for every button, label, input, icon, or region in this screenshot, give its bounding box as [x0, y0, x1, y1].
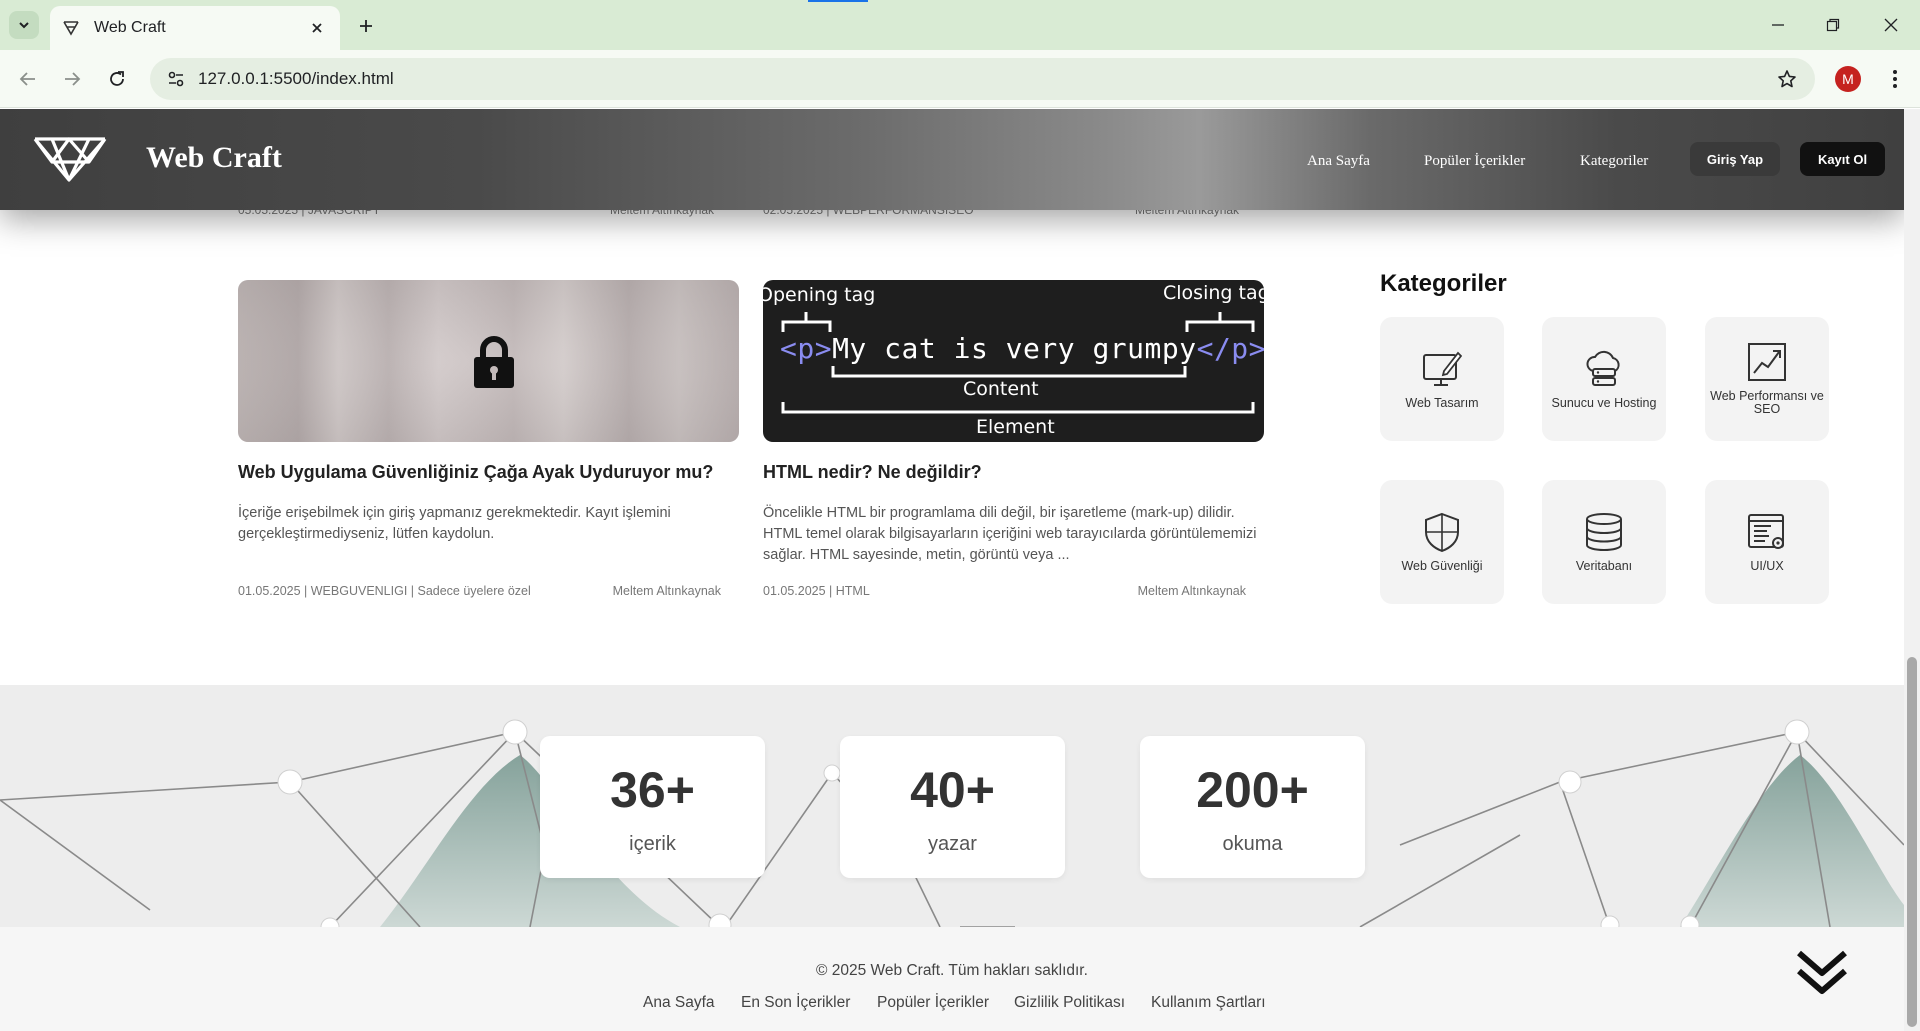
footer-link-privacy[interactable]: Gizlilik Politikası — [1014, 994, 1125, 1012]
category-label: Veritabanı — [1575, 558, 1633, 573]
category-web-design[interactable]: Web Tasarım — [1380, 317, 1504, 441]
category-ui-ux[interactable]: UI/UX — [1705, 480, 1829, 604]
nav-categories[interactable]: Kategoriler — [1580, 153, 1648, 170]
post-card[interactable]: Web Uygulama Güvenliğiniz Çağa Ayak Uydu… — [238, 280, 739, 598]
tab-search-button[interactable] — [9, 11, 39, 39]
arrow-right-icon — [65, 72, 81, 86]
site-brand[interactable]: Web Craft — [146, 141, 282, 175]
copyright-text: © 2025 Web Craft. Tüm hakları saklıdır. — [816, 962, 1088, 979]
back-button[interactable] — [13, 64, 43, 94]
category-label: Sunucu ve Hosting — [1551, 395, 1657, 410]
browser-tab[interactable]: Web Craft — [50, 6, 340, 50]
scrollbar-thumb[interactable] — [1907, 657, 1917, 1027]
stat-card-authors: 40+ yazar — [840, 736, 1065, 878]
html-code-sample: <p>My cat is very grumpy</p> — [780, 332, 1264, 365]
double-chevron-down-icon[interactable] — [1795, 947, 1849, 1001]
tune-icon — [168, 71, 184, 87]
site-header: Web Craft Ana Sayfa Popüler İçerikler Ka… — [0, 109, 1904, 210]
category-label: Web Güvenliği — [1401, 558, 1483, 573]
category-label: Web Performansı ve SEO — [1710, 389, 1824, 416]
close-window-button[interactable] — [1873, 10, 1909, 40]
performance-chart-icon — [1748, 343, 1786, 381]
stat-value: 36+ — [610, 762, 695, 818]
reload-icon — [110, 71, 124, 86]
stat-label: içerik — [629, 833, 676, 855]
star-icon — [1778, 70, 1796, 88]
category-security[interactable]: Web Güvenliği — [1380, 480, 1504, 604]
stats-section: 36+ içerik 40+ yazar 200+ okuma — [0, 685, 1904, 927]
cloud-server-icon — [1586, 350, 1620, 386]
profile-avatar[interactable]: M — [1835, 66, 1861, 92]
browser-tab-strip: Web Craft — [0, 0, 1920, 50]
post-title[interactable]: HTML nedir? Ne değildir? — [763, 462, 1264, 483]
post-title[interactable]: Web Uygulama Güvenliğiniz Çağa Ayak Uydu… — [238, 462, 739, 483]
tab-loading-indicator — [808, 0, 868, 2]
minimize-icon — [1772, 24, 1784, 26]
element-label: Element — [976, 416, 1055, 438]
page-scrollbar[interactable] — [1904, 109, 1920, 1031]
web-craft-logo[interactable] — [32, 134, 108, 184]
close-icon — [1884, 18, 1898, 32]
site-info-button[interactable] — [156, 70, 196, 88]
bookmark-button[interactable] — [1767, 69, 1807, 89]
restore-icon — [1826, 18, 1840, 32]
footer-link-home[interactable]: Ana Sayfa — [643, 994, 715, 1012]
stat-card-reads: 200+ okuma — [1140, 736, 1365, 878]
chevron-down-icon — [19, 22, 29, 29]
category-label: UI/UX — [1750, 558, 1784, 573]
lock-icon — [474, 336, 514, 388]
nav-popular[interactable]: Popüler İçerikler — [1424, 153, 1525, 170]
stat-label: okuma — [1222, 833, 1283, 855]
stat-value: 40+ — [910, 762, 995, 818]
nav-home[interactable]: Ana Sayfa — [1307, 153, 1370, 170]
minimize-button[interactable] — [1760, 10, 1796, 40]
category-hosting[interactable]: Sunucu ve Hosting — [1542, 317, 1666, 441]
category-database[interactable]: Veritabanı — [1542, 480, 1666, 604]
signup-button[interactable]: Kayıt Ol — [1800, 142, 1885, 176]
web-design-icon — [1423, 351, 1462, 386]
post-author: Meltem Altınkaynak — [612, 584, 721, 598]
ui-ux-icon — [1748, 513, 1784, 549]
close-icon — [312, 23, 322, 33]
browser-menu-button[interactable] — [1880, 64, 1910, 94]
footer-link-popular[interactable]: Popüler İçerikler — [877, 994, 989, 1012]
forward-button[interactable] — [57, 64, 87, 94]
stat-label: yazar — [928, 833, 977, 855]
content-label: Content — [963, 378, 1039, 400]
tab-title: Web Craft — [94, 19, 166, 36]
address-bar[interactable]: 127.0.0.1:5500/index.html — [150, 58, 1815, 100]
post-meta: 01.05.2025 | WEBGUVENLIGI | Sadece üyele… — [238, 584, 531, 598]
post-author: Meltem Altınkaynak — [1137, 584, 1246, 598]
stat-value: 200+ — [1196, 762, 1309, 818]
stat-card-content: 36+ içerik — [540, 736, 765, 878]
restore-button[interactable] — [1815, 10, 1851, 40]
arrow-left-icon — [19, 72, 35, 86]
footer-link-latest[interactable]: En Son İçerikler — [741, 994, 850, 1012]
site-footer: © 2025 Web Craft. Tüm hakları saklıdır. … — [0, 927, 1904, 1031]
database-icon — [1586, 512, 1622, 551]
page-viewport: Web Craft Ana Sayfa Popüler İçerikler Ka… — [0, 109, 1904, 1031]
post-meta-row: 01.05.2025 | HTML Meltem Altınkaynak — [763, 584, 1264, 598]
post-excerpt: İçeriğe erişebilmek için giriş yapmanız … — [238, 505, 671, 542]
post-meta: 01.05.2025 | HTML — [763, 584, 870, 598]
post-image-locked[interactable] — [238, 280, 739, 442]
post-card[interactable]: Opening tag Closing tag <p>My cat is ver… — [763, 280, 1264, 598]
footer-link-terms[interactable]: Kullanım Şartları — [1151, 994, 1266, 1012]
more-vert-icon — [1893, 70, 1897, 88]
category-label: Web Tasarım — [1405, 395, 1479, 410]
post-meta-row: 01.05.2025 | WEBGUVENLIGI | Sadece üyele… — [238, 584, 739, 598]
post-image-html-diagram[interactable]: Opening tag Closing tag <p>My cat is ver… — [763, 280, 1264, 442]
post-excerpt: Öncelikle HTML bir programlama dili deği… — [763, 505, 1257, 563]
categories-title: Kategoriler — [1380, 270, 1507, 297]
url-text[interactable]: 127.0.0.1:5500/index.html — [198, 69, 1767, 89]
category-performance-seo[interactable]: Web Performansı ve SEO — [1705, 317, 1829, 441]
tab-close-button[interactable] — [306, 17, 328, 39]
shield-icon — [1425, 512, 1459, 552]
reload-button[interactable] — [102, 64, 132, 94]
site-favicon-icon — [63, 21, 79, 36]
login-button[interactable]: Giriş Yap — [1690, 142, 1780, 176]
browser-toolbar: 127.0.0.1:5500/index.html M — [0, 50, 1920, 108]
new-tab-button[interactable] — [352, 12, 380, 40]
plus-icon — [360, 20, 372, 32]
